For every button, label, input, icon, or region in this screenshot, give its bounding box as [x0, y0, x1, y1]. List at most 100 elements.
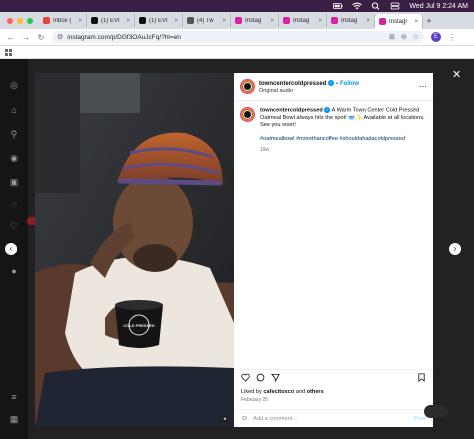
author-avatar[interactable]	[240, 79, 255, 94]
browser-tab-strip: Inbox (× (1) EVI × (1) EVI × (4) Tw × Instag × In…	[0, 12, 474, 29]
url-text[interactable]: instagram.com/p/DGf3OAuJcFq/?hl=en	[67, 34, 181, 41]
battery-icon[interactable]	[333, 0, 343, 12]
author-username[interactable]: towncentercoldpressed	[259, 81, 326, 87]
x-favicon-icon	[91, 17, 98, 24]
audio-link[interactable]: Original audio	[259, 88, 359, 94]
close-tab-icon[interactable]: ×	[126, 18, 130, 24]
close-window-button[interactable]	[7, 17, 13, 24]
reload-icon[interactable]: ↻	[37, 33, 45, 42]
share-icon[interactable]	[271, 373, 280, 382]
close-tab-icon[interactable]: ×	[366, 18, 370, 24]
caption-username[interactable]: towncentercoldpressed	[260, 107, 323, 113]
next-post-arrow-icon[interactable]: ›	[449, 243, 461, 255]
ig-favicon-icon	[283, 17, 290, 24]
tab-title: (1) EVI	[149, 17, 168, 24]
tw-favicon-icon	[187, 17, 194, 24]
minimize-window-button[interactable]	[17, 17, 23, 24]
menu-icon[interactable]: ≡	[9, 392, 19, 402]
close-tab-icon[interactable]: ×	[414, 19, 418, 25]
close-tab-icon[interactable]: ×	[270, 18, 274, 24]
tab-list: Inbox (× (1) EVI × (1) EVI × (4) Tw × Instag × In…	[39, 12, 423, 29]
reels-icon[interactable]: ▣	[9, 177, 19, 187]
likes-summary: Liked by cafecitoxco and others	[241, 389, 324, 395]
save-bookmark-icon[interactable]	[417, 373, 426, 382]
browser-tab[interactable]: Instag ×	[327, 14, 375, 27]
site-info-icon[interactable]: ⚙	[57, 33, 63, 41]
more-options-icon[interactable]: ⋯	[419, 82, 427, 91]
tab-title: (4) Tw	[197, 17, 214, 24]
post-comment-button[interactable]: Post	[414, 416, 426, 422]
messages-pill-button[interactable]	[424, 405, 448, 418]
back-icon[interactable]: ←	[7, 33, 15, 42]
bookmark-star-icon[interactable]: ☆	[413, 33, 419, 41]
caption-hashtags[interactable]: #oatmealbowl #morethancoffee #shouldahad…	[260, 136, 428, 143]
tab-title: Instagr	[389, 18, 408, 25]
close-tab-icon[interactable]: ×	[318, 18, 322, 24]
search-icon[interactable]	[371, 0, 381, 12]
tab-title: Inbox (	[53, 17, 72, 24]
ig-favicon-icon	[379, 18, 386, 25]
previous-post-arrow-icon[interactable]: ‹	[5, 243, 17, 255]
browser-menu-icon[interactable]: ⋮	[448, 33, 456, 42]
bookmarks-bar	[0, 46, 474, 59]
comment-icon[interactable]	[256, 373, 265, 382]
caption-time: 19w	[260, 147, 270, 154]
tab-title: Instag	[293, 17, 310, 24]
likes-prefix: Liked by	[241, 389, 264, 395]
likes-others-link[interactable]: others	[307, 389, 324, 395]
search-nav-icon[interactable]: ⚲	[9, 129, 19, 139]
browser-tab[interactable]: (1) EVI ×	[87, 14, 135, 27]
post-actions	[234, 369, 433, 383]
browser-tab[interactable]: Inbox ( ×	[39, 14, 87, 27]
ig-favicon-icon	[235, 17, 242, 24]
forward-icon[interactable]: →	[22, 33, 30, 42]
follow-button[interactable]: Follow	[340, 81, 359, 87]
notifications-icon[interactable]: ♡	[9, 221, 19, 231]
likes-user-link[interactable]: cafecitoxco	[263, 389, 294, 395]
comment-bar: ☺ Post	[234, 409, 433, 427]
control-center-icon[interactable]	[390, 0, 400, 12]
post-photo[interactable]: COLD PRESSED ◂	[35, 73, 234, 427]
browser-tab[interactable]: (4) Tw ×	[183, 14, 231, 27]
browser-tab[interactable]: Instagr ×	[375, 14, 423, 29]
browser-tab[interactable]: (1) EVI ×	[135, 14, 183, 27]
profile-avatar[interactable]: E	[431, 32, 441, 42]
cup-label: COLD PRESSED	[123, 323, 155, 328]
mute-audio-icon[interactable]: ◂	[220, 415, 229, 424]
verified-badge-icon: ✓	[328, 79, 335, 86]
home-icon[interactable]: ⌂	[9, 105, 19, 115]
post-details-panel: towncentercoldpressed ✓ • Follow Origina…	[234, 73, 433, 427]
zoom-icon[interactable]: ⊖	[401, 33, 407, 41]
profile-nav-icon[interactable]: ●	[9, 266, 19, 276]
menubar-clock[interactable]: Wed Jul 9 2:24 AM	[409, 0, 468, 12]
maximize-window-button[interactable]	[27, 17, 33, 24]
dot-separator: •	[336, 80, 339, 87]
instagram-logo-icon[interactable]: ◎	[9, 80, 19, 90]
caption-text-block: towncentercoldpressed ✓ A Warm Town Cent…	[260, 107, 428, 155]
close-modal-icon[interactable]: ✕	[452, 68, 461, 81]
more-apps-icon[interactable]: ▦	[9, 414, 19, 424]
close-tab-icon[interactable]: ×	[222, 18, 226, 24]
emoji-icon[interactable]: ☺	[241, 415, 248, 422]
post-date: February 25	[241, 397, 268, 403]
explore-icon[interactable]: ◉	[9, 153, 19, 163]
install-icon[interactable]: ⊞	[389, 33, 395, 41]
tab-title: Instag	[341, 17, 358, 24]
wifi-icon[interactable]	[352, 0, 363, 12]
tab-title: Instag	[245, 17, 262, 24]
close-tab-icon[interactable]: ×	[78, 18, 82, 24]
likes-and: and	[294, 389, 307, 395]
browser-tab[interactable]: Instag ×	[279, 14, 327, 27]
macos-menu-bar: Wed Jul 9 2:24 AM	[0, 0, 474, 12]
new-tab-button[interactable]: +	[423, 16, 435, 26]
like-heart-icon[interactable]	[241, 373, 250, 382]
browser-toolbar: ← → ↻ ⚙ instagram.com/p/DGf3OAuJcFq/?hl=…	[0, 29, 474, 46]
address-bar[interactable]: ⚙ instagram.com/p/DGf3OAuJcFq/?hl=en ⊞ ⊖…	[52, 31, 424, 43]
comment-input[interactable]	[253, 415, 409, 422]
apps-grid-icon[interactable]	[5, 49, 12, 56]
browser-tab[interactable]: Instag ×	[231, 14, 279, 27]
x-favicon-icon	[139, 17, 146, 24]
close-tab-icon[interactable]: ×	[174, 18, 178, 24]
caption-avatar[interactable]	[240, 107, 255, 122]
messages-icon[interactable]: ◌	[9, 199, 19, 209]
